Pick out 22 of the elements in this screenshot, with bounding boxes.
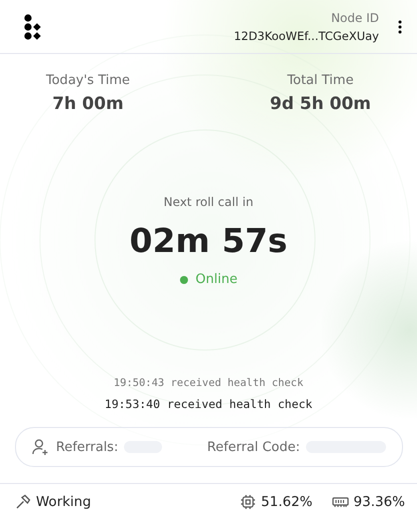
hammer-icon	[15, 494, 31, 510]
countdown-minutes: 02m	[130, 221, 210, 260]
work-state: Working	[36, 494, 92, 510]
menu-icon[interactable]	[397, 20, 403, 34]
cpu-icon	[240, 494, 256, 510]
status-label: Online	[196, 272, 238, 287]
countdown-seconds: 57s	[222, 221, 288, 260]
countdown-label: Next roll call in	[164, 195, 254, 209]
stat-label: Today's Time	[46, 73, 130, 88]
memory-icon	[332, 495, 349, 509]
referral-code-label: Referral Code:	[207, 440, 300, 454]
add-user-icon	[32, 438, 50, 456]
log-entry: 19:53:40 received health check	[104, 397, 312, 411]
memory-usage: 93.36%	[354, 494, 405, 510]
stat-value: 7h 00m	[52, 94, 124, 114]
stat-label: Total Time	[287, 73, 354, 88]
node-id-label: Node ID	[331, 10, 379, 24]
referrals-label: Referrals:	[56, 440, 118, 454]
node-id: 12D3KooWEf...TCGeXUay	[234, 28, 379, 42]
cpu-usage: 51.62%	[261, 494, 313, 510]
log-entry: 19:50:43 received health check	[114, 377, 304, 389]
stat-value: 9d 5h 00m	[270, 94, 371, 114]
